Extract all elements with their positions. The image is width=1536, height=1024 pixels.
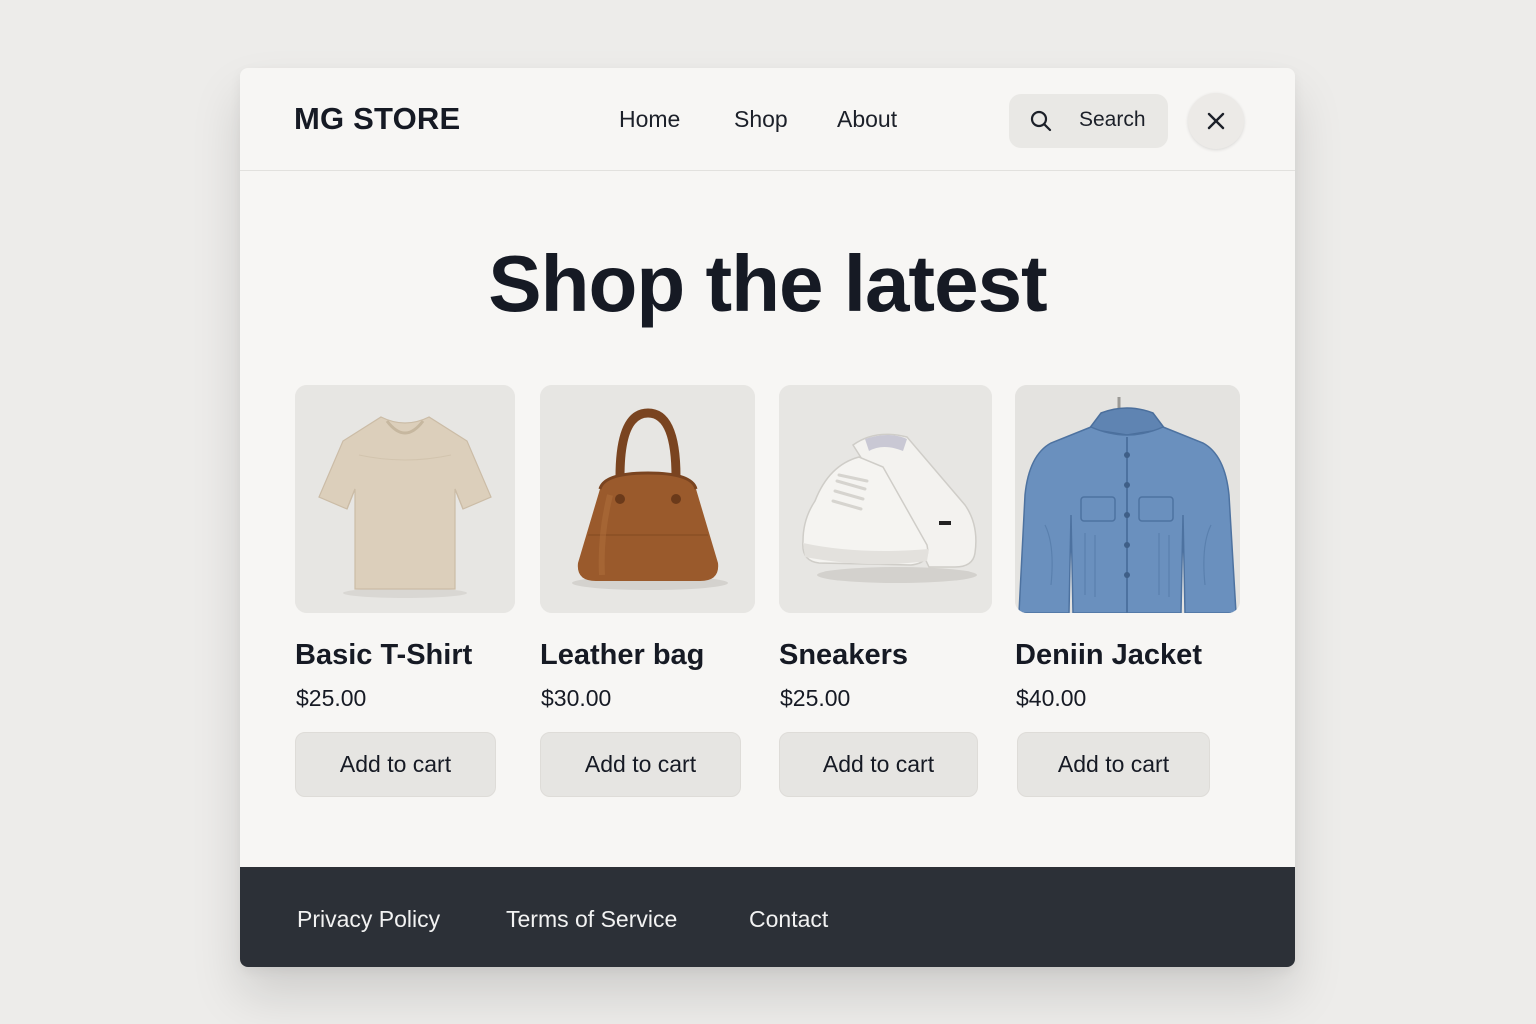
product-price: $30.00 [541, 685, 612, 711]
search-button[interactable]: Search [1009, 94, 1168, 148]
close-icon [1207, 112, 1225, 130]
search-label: Search [1079, 108, 1146, 131]
add-to-cart-button[interactable]: Add to cart [779, 732, 978, 797]
product-name[interactable]: Leather bag [540, 639, 704, 672]
search-icon [1030, 110, 1052, 132]
nav-home[interactable]: Home [619, 106, 680, 133]
close-button[interactable] [1188, 93, 1244, 149]
footer-link-terms-of-service[interactable]: Terms of Service [506, 906, 677, 933]
add-to-cart-button[interactable]: Add to cart [295, 732, 496, 797]
product-price: $40.00 [1016, 685, 1087, 711]
product-name[interactable]: Basic T-Shirt [295, 639, 472, 672]
product-price: $25.00 [296, 685, 367, 711]
add-to-cart-button[interactable]: Add to cart [1017, 732, 1210, 797]
nav-shop[interactable]: Shop [734, 106, 788, 133]
product-image-sneakers[interactable] [779, 385, 992, 613]
product-image-t-shirt[interactable] [295, 385, 515, 613]
page-title: Shop the latest [488, 239, 1047, 328]
product-price: $25.00 [780, 685, 851, 711]
product-image-leather-bag[interactable] [540, 385, 755, 613]
site-footer: Privacy Policy Terms of Service Contact [240, 867, 1295, 967]
add-to-cart-button[interactable]: Add to cart [540, 732, 741, 797]
store-logo[interactable]: MG STORE [294, 101, 460, 137]
store-window: MG STORE Home Shop About Search Shop the… [240, 68, 1295, 967]
footer-link-privacy-policy[interactable]: Privacy Policy [297, 906, 440, 933]
footer-link-contact[interactable]: Contact [749, 906, 828, 933]
product-name[interactable]: Deniin Jacket [1015, 639, 1202, 672]
product-image-denim-jacket[interactable] [1015, 385, 1240, 613]
nav-about[interactable]: About [837, 106, 897, 133]
site-header: MG STORE Home Shop About Search [240, 68, 1295, 171]
product-name[interactable]: Sneakers [779, 639, 908, 672]
